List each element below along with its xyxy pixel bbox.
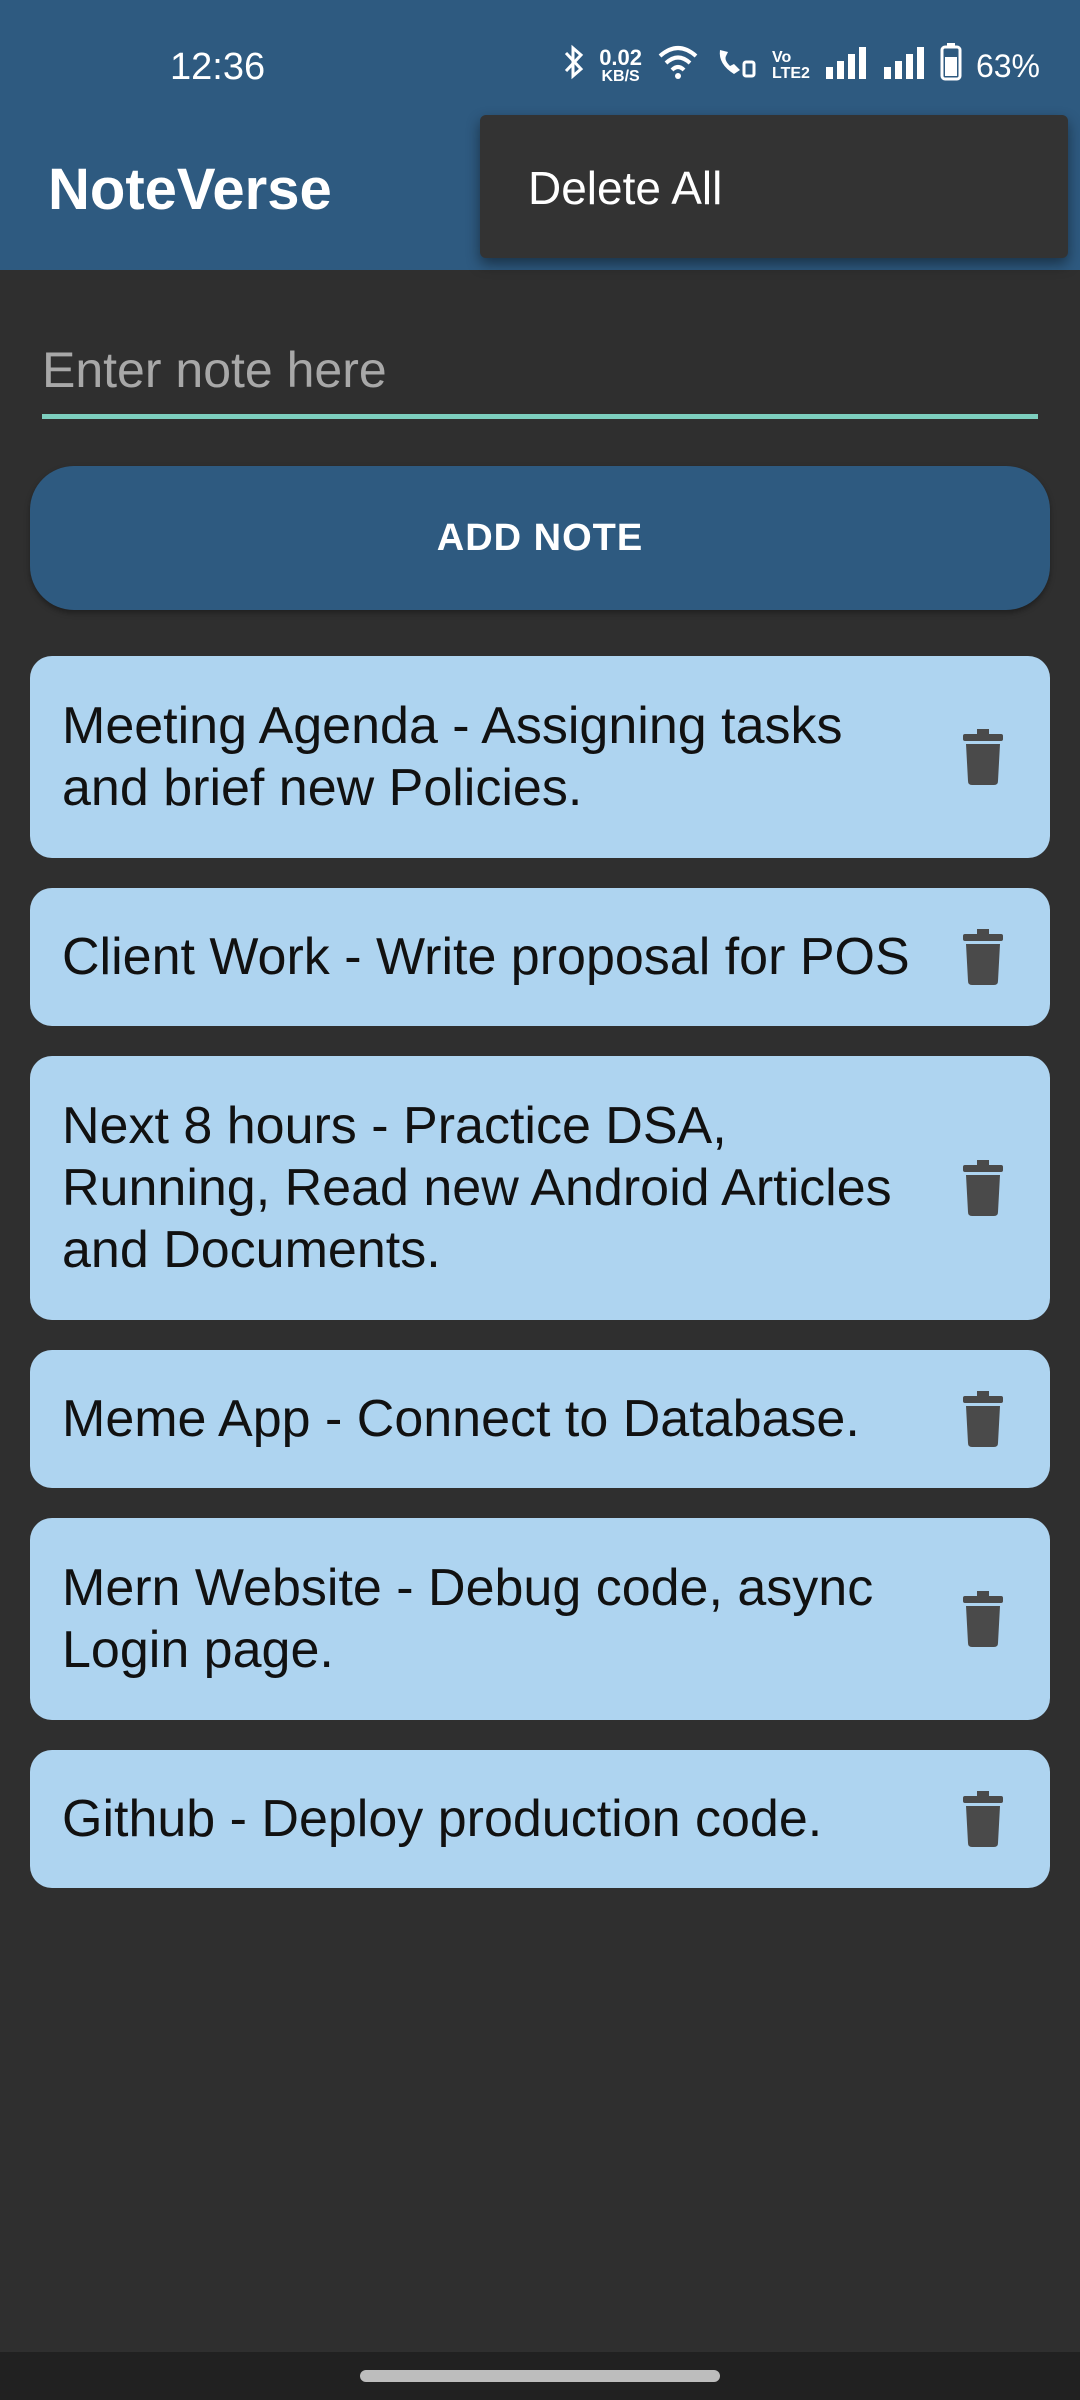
note-text: Client Work - Write proposal for POS (62, 928, 910, 986)
volte-icon: Vo LTE2 (772, 49, 810, 82)
note-card[interactable]: Meme App - Connect to Database. (30, 1350, 1050, 1488)
wifi-icon (656, 44, 700, 88)
navigation-bar (0, 2352, 1080, 2400)
note-input[interactable] (42, 330, 1038, 410)
note-input-container (42, 330, 1038, 419)
note-text: Github - Deploy production code. (62, 1790, 823, 1848)
network-speed: 0.02 KB/S (599, 45, 643, 85)
signal-icon (882, 45, 926, 87)
bluetooth-icon (563, 44, 585, 88)
overflow-menu: Delete All (480, 115, 1068, 258)
add-note-button[interactable]: ADD NOTE (30, 466, 1050, 610)
note-card[interactable]: Next 8 hours - Practice DSA, Running, Re… (30, 1056, 1050, 1320)
status-time: 12:36 (170, 46, 266, 88)
note-card[interactable]: Github - Deploy production code. (30, 1750, 1050, 1888)
trash-icon[interactable] (948, 1384, 1018, 1454)
trash-icon[interactable] (948, 1584, 1018, 1654)
trash-icon[interactable] (948, 1784, 1018, 1854)
wifi-calling-icon (714, 44, 758, 88)
app-title: NoteVerse (48, 157, 332, 222)
battery-percentage: 63% (975, 47, 1040, 84)
note-card[interactable]: Client Work - Write proposal for POS (30, 888, 1050, 1026)
gesture-handle[interactable] (360, 2370, 720, 2382)
note-card[interactable]: Meeting Agenda - Assigning tasks and bri… (30, 656, 1050, 858)
notes-list: Meeting Agenda - Assigning tasks and bri… (30, 656, 1050, 1918)
status-icons: 0.02 KB/S Vo LTE2 63% (563, 43, 1040, 89)
note-text: Mern Website - Debug code, async Login p… (62, 1559, 874, 1679)
note-text: Next 8 hours - Practice DSA, Running, Re… (62, 1097, 892, 1279)
signal-icon (824, 45, 868, 87)
note-text: Meme App - Connect to Database. (62, 1390, 860, 1448)
trash-icon[interactable] (948, 922, 1018, 992)
trash-icon[interactable] (948, 1153, 1018, 1223)
battery-icon (940, 43, 962, 89)
note-text: Meeting Agenda - Assigning tasks and bri… (62, 697, 843, 817)
note-card[interactable]: Mern Website - Debug code, async Login p… (30, 1518, 1050, 1720)
delete-all-menu-item[interactable]: Delete All (528, 161, 722, 215)
trash-icon[interactable] (948, 722, 1018, 792)
